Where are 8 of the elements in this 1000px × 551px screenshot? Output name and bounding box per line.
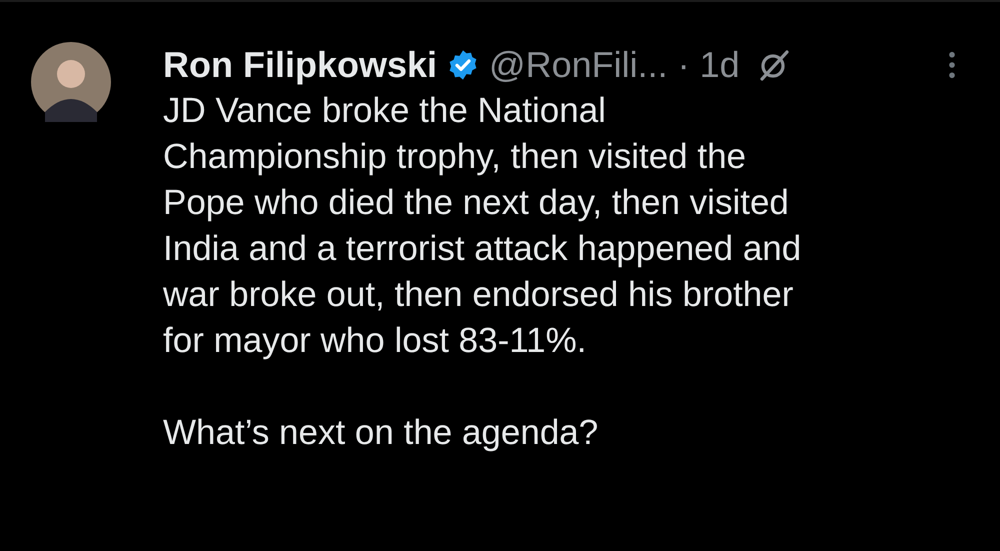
post-text: JD Vance broke the National Championship trophy, then visited the Pope who died the next day, then visited India and a terrorist attack happened and war broke out, then endorsed his brother for mayor who lost 83-11%. <box>163 90 802 362</box>
avatar[interactable] <box>31 42 111 122</box>
more-icon[interactable] <box>948 51 956 79</box>
author-handle[interactable]: @RonFili... <box>489 44 668 86</box>
post-time[interactable]: · 1d <box>678 44 740 86</box>
post-text: What’s next on the agenda? <box>163 412 600 454</box>
slashed-circle-icon[interactable] <box>758 49 790 81</box>
author-name[interactable]: Ron Filipkowski <box>163 44 438 86</box>
